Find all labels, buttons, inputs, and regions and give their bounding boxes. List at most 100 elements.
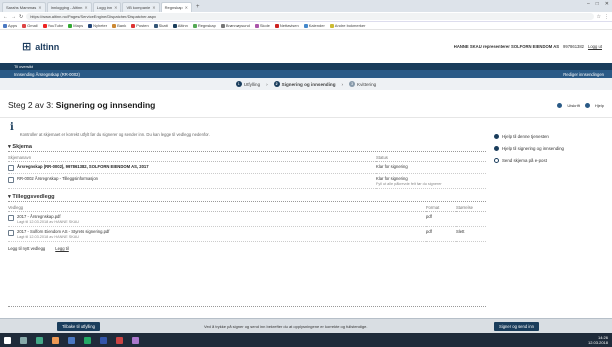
browser-tab[interactable]: VB kompanie ✕ — [122, 2, 160, 12]
chevron-right-icon: › — [266, 81, 268, 87]
sidebar-item-email[interactable]: Send skjema på e-post — [494, 158, 606, 163]
close-tab-icon[interactable]: ✕ — [114, 5, 117, 10]
close-tab-icon[interactable]: ✕ — [185, 5, 188, 10]
bookmark-item[interactable]: Nyheter — [88, 23, 107, 28]
print-link[interactable]: Utskrift — [567, 103, 579, 108]
attachment-meta: Lagt til 12.03.2018 av HANNE SKAU — [17, 235, 80, 239]
browser-tab[interactable]: Innlogging - Altinn ✕ — [46, 2, 92, 12]
sidebar-item-service-help[interactable]: Hjelp til denne tjenesten — [494, 134, 606, 139]
bookmark-item[interactable]: Kalender — [303, 23, 325, 28]
folder-icon[interactable] — [52, 336, 59, 344]
word-icon[interactable] — [100, 336, 107, 344]
form-icon — [8, 165, 14, 171]
content-divider — [8, 306, 486, 307]
bookmark-item[interactable]: Posten — [131, 23, 149, 28]
table-row[interactable]: RR-0002 Årsregnskap - Tilleggsinformasjo… — [8, 174, 376, 189]
help-link[interactable]: Hjelp — [595, 103, 604, 108]
logo-text: altinn — [35, 41, 60, 52]
minimize-icon[interactable]: – — [587, 1, 590, 7]
app-header: ⊞ altinn HANNE SKAU representerer SOLFOR… — [0, 31, 612, 63]
close-tab-icon[interactable]: ✕ — [84, 5, 87, 10]
excel-icon[interactable] — [84, 336, 91, 344]
close-tab-icon[interactable]: ✕ — [38, 5, 41, 10]
info-icon: i — [10, 122, 14, 133]
taskview-icon[interactable] — [36, 336, 43, 344]
sign-and-submit-button[interactable]: Signer og send inn — [494, 322, 539, 331]
edit-submission-link[interactable]: Rediger innsendingen — [563, 72, 604, 77]
pdf-icon[interactable] — [116, 336, 123, 344]
bookmark-item[interactable]: Bank — [112, 23, 126, 28]
vedlegg-heading[interactable]: ▾ Tilleggsvedlegg — [8, 194, 486, 202]
app-icon[interactable] — [132, 336, 139, 344]
vedlegg-table: Vedlegg Format Størrelse 2017 - Årsregns… — [8, 205, 486, 242]
new-tab-icon[interactable]: + — [193, 2, 203, 12]
bookmark-item[interactable]: Gmail — [22, 23, 38, 28]
bookmark-item[interactable]: Skatt — [153, 23, 168, 28]
bookmark-item[interactable]: Altinn — [172, 23, 188, 28]
add-attachment-link[interactable]: Legg til — [55, 246, 69, 251]
attachment-title[interactable]: 2017 - Solforn Eiendom AS - Styrets sign… — [17, 229, 109, 234]
help-circle-icon — [494, 134, 499, 139]
logout-link[interactable]: Logg ut — [588, 44, 602, 49]
calendar-icon — [303, 23, 308, 28]
step-indicator: 1 Utfylling › 2 Signering og innsending › … — [0, 78, 612, 90]
bookmark-item[interactable]: Brønnøysund — [220, 23, 250, 28]
home-link[interactable]: Til oversikt — [14, 64, 33, 69]
browser-tab-active[interactable]: Regnskap ✕ — [160, 2, 193, 12]
type-cell: pdf — [426, 212, 456, 227]
add-attachment-row: Legg til nytt vedlegg Legg til — [8, 246, 486, 251]
bookmark-item[interactable]: Regnskap — [192, 23, 216, 28]
browser-tab[interactable]: Sarahs Mammas ✕ — [2, 2, 46, 12]
step-item[interactable]: 1 Utfylling — [235, 81, 260, 87]
bookmark-item[interactable]: Maps — [68, 23, 83, 28]
browser-tab[interactable]: Logg inn ✕ — [92, 2, 122, 12]
service-ribbon: Innsending Årsregnskap (RR-0002) Rediger… — [0, 70, 612, 78]
bookmark-item[interactable]: Apps — [3, 23, 17, 28]
tab-label: Logg inn — [96, 5, 113, 10]
form-title[interactable]: RR-0002 Årsregnskap - Tilleggsinformasjo… — [17, 176, 98, 181]
table-row[interactable]: Årsregnskap (RR-0002), 997861382, SOLFOR… — [8, 162, 376, 174]
close-window-icon[interactable]: ✕ — [605, 1, 609, 7]
system-clock[interactable]: 14:26 12.03.2018 — [588, 335, 608, 345]
start-icon[interactable] — [4, 336, 11, 344]
star-icon[interactable]: ☆ — [597, 14, 601, 20]
back-to-editing-button[interactable]: Tilbake til utfylling — [57, 322, 100, 331]
bookmark-item[interactable]: YouTube — [42, 23, 63, 28]
table-row[interactable]: 2017 - Årsregnskap.pdf Lagt til 12.03.201… — [8, 212, 426, 227]
close-tab-icon[interactable]: ✕ — [152, 5, 155, 10]
bookmark-item[interactable]: Andre bokmerker — [329, 23, 365, 28]
delete-attachment-link[interactable]: Slett — [456, 229, 464, 234]
chrome-icon[interactable] — [68, 336, 75, 344]
search-icon[interactable] — [20, 336, 27, 344]
address-bar: ← → ↻ https://www.altinn.no/Pages/Servic… — [0, 12, 612, 22]
status-cell: Klar for signering — [376, 162, 486, 174]
form-title[interactable]: Årsregnskap (RR-0002), 997861382, SOLFOR… — [17, 164, 149, 169]
form-status: Klar for signering — [376, 164, 408, 169]
reload-icon[interactable]: ↻ — [19, 14, 23, 20]
altinn-logo[interactable]: ⊞ altinn — [22, 40, 59, 53]
sidebar-item-signing-help[interactable]: Hjelp til signering og innsending — [494, 146, 606, 151]
skjema-table: Skjemanavn Status Årsregnskap (RR-0002),… — [8, 155, 486, 189]
help-icon[interactable] — [584, 103, 590, 108]
bookmark-label: Skole — [259, 23, 270, 28]
attachment-title[interactable]: 2017 - Årsregnskap.pdf — [17, 214, 79, 219]
column-header: Status — [376, 155, 486, 162]
table-row[interactable]: 2017 - Solforn Eiendom AS - Styrets sign… — [8, 227, 426, 242]
bookmark-item[interactable]: Skole — [254, 23, 270, 28]
url-input[interactable]: https://www.altinn.no/Pages/ServiceEngin… — [26, 13, 594, 20]
maximize-icon[interactable]: □ — [596, 1, 599, 7]
forward-arrow-icon[interactable]: → — [11, 14, 16, 20]
section-title: Tilleggsvedlegg — [12, 194, 55, 200]
print-icon[interactable] — [557, 103, 563, 108]
skjema-heading[interactable]: ▾ Skjema — [8, 144, 486, 152]
service-title: Innsending Årsregnskap (RR-0002) — [14, 72, 80, 77]
menu-icon[interactable]: ⋮ — [604, 14, 609, 20]
user-name: HANNE SKAU representerer SOLFORN EIENDOM… — [453, 44, 560, 49]
user-box: HANNE SKAU representerer SOLFORN EIENDOM… — [454, 44, 602, 49]
step-number: 3 — [349, 81, 356, 87]
skatt-icon — [153, 23, 158, 28]
help-circle-icon — [494, 146, 499, 151]
bookmark-item[interactable]: Nettavisen — [274, 23, 299, 28]
step-label: Signering og innsending — [281, 81, 336, 87]
back-arrow-icon[interactable]: ← — [3, 14, 8, 20]
